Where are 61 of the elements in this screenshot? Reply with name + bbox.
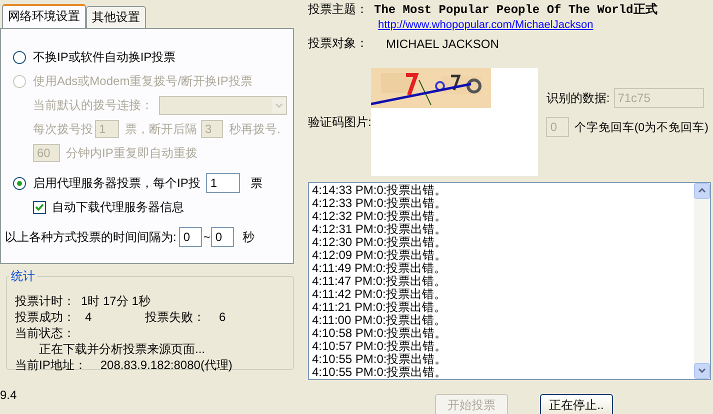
field-label: 票，断开后隔 [125, 120, 197, 138]
stat-value: 208.83.9.182:8080(代理) [100, 356, 232, 374]
target-label: 投票对象： [308, 35, 368, 52]
tab[interactable]: 其他设置 [86, 6, 146, 28]
vote-button[interactable]: 正在停止.. [540, 394, 613, 414]
log-entry: 4:12:33 PM:0:投票出错。 [312, 197, 448, 210]
log-entry: 4:10:55 PM:0:投票出错。 [312, 353, 448, 366]
log-entry: 4:12:30 PM:0:投票出错。 [312, 236, 448, 249]
scroll-up-icon[interactable] [694, 183, 710, 199]
field-label: 个字免回车(0为不免回车) [574, 120, 708, 134]
log-list[interactable] [308, 182, 711, 380]
stat-label: 投票失败： [145, 308, 205, 326]
log-entry: 4:11:21 PM:0:投票出错。 [312, 301, 447, 314]
captcha-label: 验证码图片: [308, 114, 372, 130]
field-label: 秒 [242, 228, 254, 246]
connection-label: 当前默认的拨号连接： [33, 96, 153, 114]
log-entry: 4:11:00 PM:0:投票出错。 [312, 314, 447, 327]
field-label: 每次拨号投 [33, 120, 93, 138]
stat-label: 当前IP地址： [15, 356, 86, 374]
checkbox[interactable] [33, 200, 46, 214]
stat-value: 1时 17分 1秒 [81, 292, 150, 310]
stat-value: 4 [85, 310, 93, 324]
separator-text: ~ [203, 230, 210, 244]
input-field[interactable]: 0 [179, 227, 202, 247]
log-entry: 4:12:31 PM:0:投票出错。 [312, 223, 448, 236]
input-field[interactable]: 0 [211, 227, 234, 247]
topic-title: The Most Popular People Of The World正式 [374, 2, 658, 18]
target-value: MICHAEL JACKSON [386, 36, 499, 50]
log-entry: 4:10:55 PM:0:投票出错。 [312, 366, 448, 379]
scrollbar[interactable] [694, 183, 710, 379]
stat-value: 6 [219, 310, 226, 324]
version-text: 9.4 [0, 388, 17, 402]
log-entry: 4:14:33 PM:0:投票出错。 [312, 184, 448, 197]
field-label: 以上各种方式投票的时间间隔为: [5, 228, 176, 246]
recognized-label: 识别的数据: [546, 90, 610, 106]
radio-button[interactable] [13, 176, 26, 190]
topic-link[interactable]: http://www.whopopular.com/MichaelJackson [378, 19, 594, 31]
checkbox-label: 自动下载代理服务器信息 [52, 198, 184, 216]
field-label: 秒再拨号. [229, 120, 280, 138]
log-entry: 4:12:32 PM:0:投票出错。 [312, 210, 448, 223]
stat-label: 当前状态： [15, 324, 75, 342]
option-label: 启用代理服务器投票，每个IP投 [33, 174, 200, 192]
log-entry: 4:12:09 PM:0:投票出错。 [312, 249, 448, 262]
tab[interactable]: 网络环境设置 [2, 4, 86, 28]
stat-label: 投票计时： [15, 292, 75, 310]
option-label: 使用Ads或Modem重复拨号/断开换IP投票 [33, 72, 252, 90]
topic-label: 投票主题： [308, 0, 368, 18]
scroll-down-icon[interactable] [694, 363, 710, 379]
input-field[interactable]: 1 [206, 173, 240, 193]
log-entry: 4:10:57 PM:0:投票出错。 [312, 340, 448, 353]
log-entry: 4:11:47 PM:0:投票出错。 [312, 275, 447, 288]
log-entry: 4:10:58 PM:0:投票出错。 [312, 327, 448, 340]
field-label: 票 [250, 174, 262, 192]
stat-label: 投票成功： [15, 308, 75, 326]
log-entry: 4:11:49 PM:0:投票出错。 [312, 262, 447, 275]
status-text: 正在下载并分析投票来源页面... [39, 340, 206, 358]
log-entry: 4:11:42 PM:0:投票出错。 [312, 288, 447, 301]
field-label: 分钟内IP重复即自动重拨 [66, 144, 198, 162]
radio-button[interactable] [13, 50, 26, 64]
option-label: 不换IP或软件自动换IP投票 [33, 48, 176, 66]
dropdown-icon [272, 98, 286, 112]
